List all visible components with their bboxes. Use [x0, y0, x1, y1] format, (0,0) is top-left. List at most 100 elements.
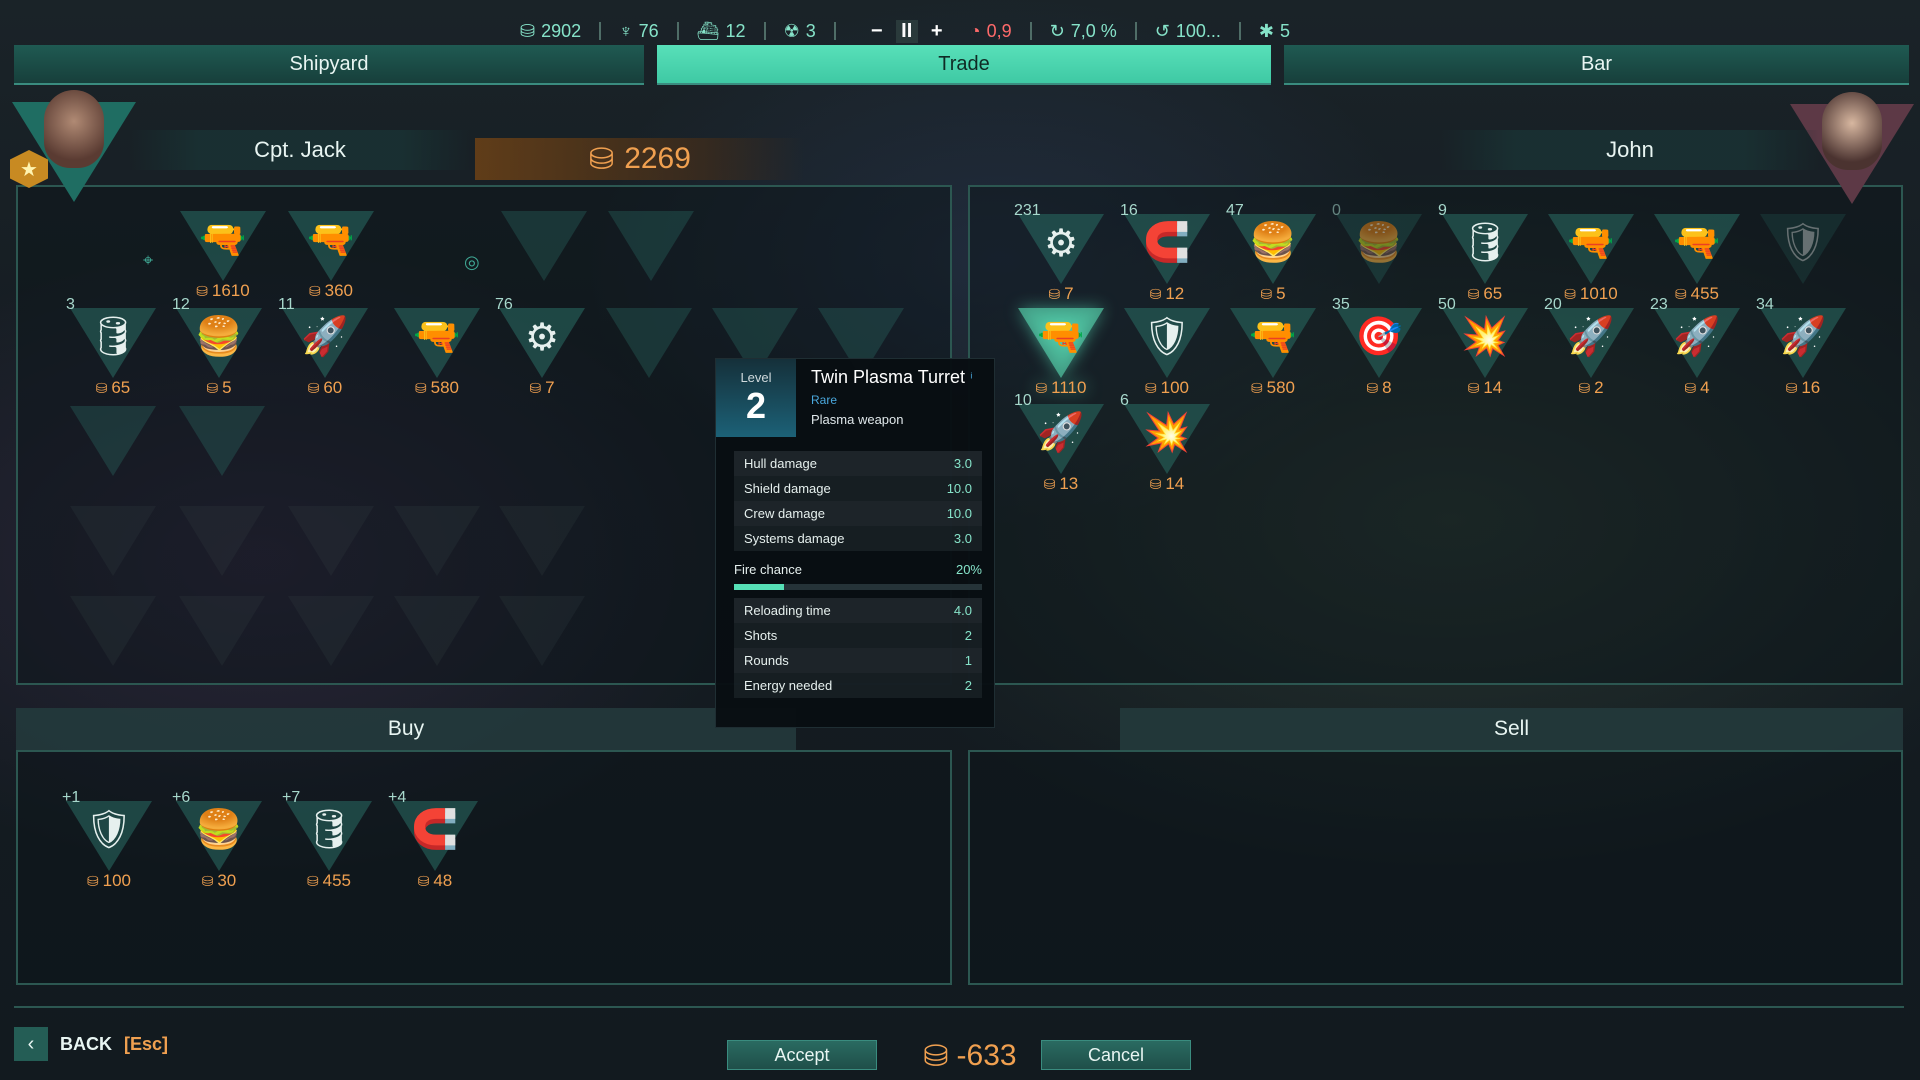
- item-quantity: 76: [495, 296, 513, 313]
- cargo-slot[interactable]: 3 🛢 65: [66, 296, 160, 397]
- stat-row: Reloading time 4.0: [734, 598, 982, 623]
- twin-plasma-turret-icon: 🔫: [1037, 316, 1085, 358]
- trader-slot[interactable]: 35 🎯 8: [1332, 296, 1426, 397]
- empty-cargo-slot[interactable]: [175, 400, 269, 494]
- stat-label: Fire chance: [734, 562, 802, 577]
- tab-trade[interactable]: Trade: [657, 45, 1271, 85]
- item-price: 360: [284, 281, 378, 301]
- trader-slot[interactable]: 9 🛢 65: [1438, 202, 1532, 303]
- missile-icon: 🚀: [1779, 316, 1827, 358]
- trader-slot[interactable]: 🔫 1010: [1544, 208, 1638, 303]
- buy-slot[interactable]: +1 🛡 100: [62, 789, 156, 890]
- buy-slot[interactable]: +7 🛢 455: [282, 789, 376, 890]
- radiation-icon: ☢: [783, 20, 800, 41]
- trader-slot[interactable]: 47 🍔 5: [1226, 202, 1320, 303]
- empty-equip-slot[interactable]: [497, 205, 591, 299]
- item-price: 7: [1014, 284, 1108, 304]
- explosive-icon: 💥: [1143, 412, 1191, 454]
- trader-slot[interactable]: 20 🚀 2: [1544, 296, 1638, 397]
- speed-down-button[interactable]: −: [866, 20, 888, 43]
- item-quantity: 9: [1438, 202, 1447, 219]
- locked-slot: [390, 590, 484, 684]
- item-price: 12: [1120, 284, 1214, 304]
- stat-value: 1: [964, 653, 972, 668]
- speed-up-button[interactable]: +: [926, 20, 948, 43]
- stat-value: 3.0: [953, 531, 972, 546]
- info-icon: ⁱ: [970, 370, 973, 386]
- cargo-slot[interactable]: 🔫 580: [390, 302, 484, 397]
- coins-icon: ⛁: [520, 20, 536, 41]
- trader-slot[interactable]: 🔫 580: [1226, 302, 1320, 397]
- burger-icon: 🍔: [195, 809, 243, 851]
- item-rarity: Rare: [811, 393, 838, 407]
- trader-slot[interactable]: 10 🚀 13: [1014, 392, 1108, 493]
- growth-icon: ↻: [1049, 20, 1065, 41]
- pause-button[interactable]: II: [895, 19, 918, 43]
- cargo-slot[interactable]: 76 ⚙ 7: [495, 296, 589, 397]
- target-module-icon: 🎯: [1355, 316, 1403, 358]
- item-quantity: 3: [66, 296, 75, 313]
- item-quantity: 50: [1438, 296, 1456, 313]
- equipped-slot[interactable]: 🔫 360: [284, 205, 378, 301]
- trader-slot[interactable]: 16 🧲 12: [1120, 202, 1214, 304]
- burger-icon: 🍔: [195, 316, 243, 358]
- magnet-icon: 🧲: [1143, 222, 1191, 264]
- item-price: 4: [1650, 378, 1744, 398]
- item-price: 1610: [176, 281, 270, 301]
- item-price: 48: [388, 871, 482, 891]
- item-level-box: Level 2: [716, 359, 796, 437]
- divider: [833, 22, 836, 40]
- item-quantity: 16: [1120, 202, 1138, 219]
- trader-slot[interactable]: 23 🚀 4: [1650, 296, 1744, 398]
- fire-chance-fill: [734, 584, 784, 590]
- player-money-value: 2269: [624, 142, 691, 175]
- trader-slot[interactable]: 6 💥 14: [1120, 392, 1214, 493]
- insects-resource: ✱ 5: [1259, 21, 1290, 42]
- hazard-value: 3: [805, 20, 816, 41]
- turret-icon: 🔫: [199, 219, 247, 261]
- empty-equip-slot[interactable]: [604, 205, 698, 299]
- item-quantity: 12: [172, 296, 190, 313]
- trader-slot-selected[interactable]: 🔫 1110: [1014, 302, 1108, 397]
- buy-panel: [16, 750, 952, 985]
- cancel-button[interactable]: Cancel: [1041, 1040, 1191, 1070]
- tab-bar[interactable]: Bar: [1284, 45, 1909, 85]
- trader-slot[interactable]: 0 🍔: [1332, 202, 1426, 302]
- locked-slot: [175, 500, 269, 594]
- item-price: 60: [278, 378, 372, 398]
- accept-button[interactable]: Accept: [727, 1040, 877, 1070]
- back-button[interactable]: ‹ BACK [Esc]: [14, 1027, 168, 1061]
- fire-chance-bar: [734, 584, 982, 590]
- empty-cargo-slot[interactable]: [66, 400, 160, 494]
- back-shortcut: [Esc]: [124, 1033, 169, 1054]
- locked-slot: [175, 590, 269, 684]
- trader-slot[interactable]: 🛡 100: [1120, 302, 1214, 397]
- divider: [1238, 22, 1241, 40]
- locked-slot: [495, 500, 589, 594]
- level-value: 2: [745, 384, 767, 426]
- stat-label: Shots: [744, 628, 778, 643]
- buy-slot[interactable]: +6 🍔 30: [172, 789, 266, 890]
- buy-slot[interactable]: +4 🧲 48: [388, 789, 482, 891]
- empty-cargo-slot[interactable]: [602, 302, 696, 396]
- locked-slot: [284, 500, 378, 594]
- stat-value: 2: [964, 678, 972, 693]
- progress-resource: ↺ 100...: [1155, 21, 1221, 42]
- stat-row: Hull damage 3.0: [734, 451, 982, 476]
- item-quantity: 0: [1332, 202, 1341, 219]
- burger-icon: 🍔: [1355, 222, 1403, 264]
- trader-slot[interactable]: 34 🚀 16: [1756, 296, 1850, 397]
- item-quantity: 6: [1120, 392, 1129, 409]
- divider: [1134, 22, 1137, 40]
- shield-slot-icon: ◎: [464, 252, 480, 272]
- trader-slot[interactable]: 50 💥 14: [1438, 296, 1532, 397]
- item-price: 5: [172, 378, 266, 398]
- trader-slot[interactable]: 🔫 455: [1650, 208, 1744, 303]
- cargo-slot[interactable]: 12 🍔 5: [172, 296, 266, 398]
- item-quantity: 11: [278, 296, 295, 313]
- cargo-slot[interactable]: 11 🚀 60: [278, 296, 372, 398]
- tab-shipyard[interactable]: Shipyard: [14, 45, 644, 85]
- trader-slot[interactable]: 🛡: [1756, 208, 1850, 302]
- trader-slot[interactable]: 231 ⚙ 7: [1014, 202, 1108, 304]
- equipped-slot[interactable]: 🔫 1610: [176, 205, 270, 301]
